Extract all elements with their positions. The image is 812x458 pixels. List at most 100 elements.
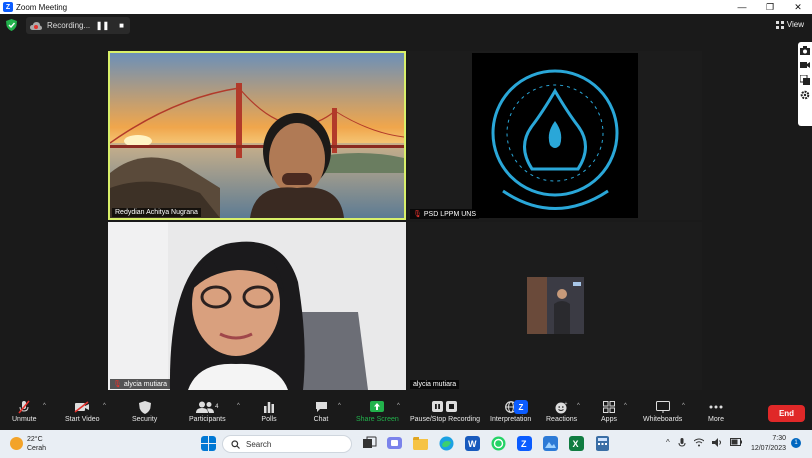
calculator-icon[interactable]: [595, 436, 610, 451]
photos-icon[interactable]: [543, 436, 558, 451]
recording-indicator: Recording... ❚❚ ■: [26, 17, 130, 34]
weather-temperature: 22°C: [27, 436, 43, 443]
pause-stop-recording-label: Pause/Stop Recording: [410, 416, 481, 423]
reactions-label: Reactions: [546, 416, 578, 423]
meeting-topbar: Recording... ❚❚ ■ View: [0, 14, 812, 36]
apps-button[interactable]: Apps: [601, 400, 617, 430]
participants-options-chevron-icon[interactable]: ^: [237, 403, 240, 409]
restore-button[interactable]: ❐: [756, 0, 784, 14]
excel-icon[interactable]: X: [569, 436, 584, 451]
pause-stop-recording-button[interactable]: Pause/Stop Recording: [410, 400, 480, 430]
participant-name-label: alycia mutiara: [410, 380, 460, 389]
video-tile-participant[interactable]: 🎙 alycia mutiara: [108, 222, 406, 390]
share-screen-label: Share Screen: [356, 416, 399, 423]
video-tile-avatar[interactable]: alycia mutiara: [408, 222, 702, 390]
teams-chat-icon[interactable]: [387, 436, 402, 451]
view-button[interactable]: View: [775, 20, 804, 29]
uns-emblem-image: [472, 53, 638, 218]
cloud-recording-icon: [30, 21, 42, 30]
share-screen-button[interactable]: Share Screen: [356, 400, 399, 430]
start-video-label: Start Video: [65, 416, 100, 423]
polls-chart-icon: [264, 402, 274, 413]
apps-label: Apps: [601, 416, 617, 423]
whatsapp-icon[interactable]: [491, 436, 506, 451]
word-icon[interactable]: W: [465, 436, 480, 451]
encryption-shield-icon[interactable]: [6, 19, 17, 31]
wifi-icon[interactable]: [693, 438, 704, 447]
chat-button[interactable]: Chat: [313, 400, 329, 430]
volume-icon[interactable]: [711, 438, 722, 447]
search-placeholder: Search: [246, 439, 272, 449]
video-tile-speaker[interactable]: Redydian Achitya Nugrana: [108, 51, 406, 220]
task-view-icon[interactable]: [362, 436, 377, 451]
grid-icon: [775, 20, 784, 29]
video-options-chevron-icon[interactable]: ^: [103, 403, 106, 409]
participant-name-label: 🎙 alycia mutiara: [110, 379, 171, 389]
whiteboard-icon: [655, 401, 670, 413]
participants-icon: [196, 401, 215, 413]
weather-description: Cerah: [27, 445, 47, 452]
window-titlebar: Z Zoom Meeting — ❐ ✕: [0, 0, 812, 14]
svg-text:W: W: [468, 439, 477, 449]
microphone-tray-icon[interactable]: [678, 438, 686, 448]
reactions-button[interactable]: + Reactions: [546, 400, 577, 430]
security-button[interactable]: Security: [132, 400, 157, 430]
file-explorer-icon[interactable]: [413, 436, 428, 451]
participant-avatar-image: [527, 277, 584, 334]
windows-taskbar: 22°C Cerah Search W Z X ^ 7:30 12/07/202…: [0, 430, 812, 458]
settings-gear-icon[interactable]: [800, 90, 810, 100]
zoom-taskbar-icon[interactable]: Z: [517, 436, 532, 451]
copy-icon[interactable]: [800, 75, 810, 85]
audio-options-chevron-icon[interactable]: ^: [43, 403, 46, 409]
unmute-button[interactable]: Unmute: [12, 400, 37, 430]
view-label: View: [786, 20, 804, 29]
chat-label: Chat: [313, 416, 329, 423]
zoom-apps-toolbar-button[interactable]: Z: [514, 400, 528, 430]
edge-browser-icon[interactable]: [439, 436, 454, 451]
meeting-controls-toolbar: Unmute ^ Start Video ^ Security 4 Partic…: [0, 394, 812, 430]
apps-options-chevron-icon[interactable]: ^: [624, 403, 627, 409]
participants-button[interactable]: 4 Participants: [189, 400, 226, 430]
video-off-icon: [74, 401, 90, 413]
stop-recording-button[interactable]: ■: [119, 21, 124, 30]
chat-options-chevron-icon[interactable]: ^: [338, 403, 341, 409]
search-icon: [231, 439, 240, 449]
whiteboards-label: Whiteboards: [643, 416, 683, 423]
battery-icon[interactable]: [729, 438, 742, 446]
apps-icon: [603, 401, 615, 413]
whiteboards-options-chevron-icon[interactable]: ^: [682, 403, 685, 409]
more-button[interactable]: More: [708, 400, 724, 430]
notification-badge[interactable]: 1: [791, 438, 801, 448]
show-hidden-icons-chevron-icon[interactable]: ^: [666, 438, 670, 448]
window-controls: — ❐ ✕: [728, 0, 812, 14]
window-title: Zoom Meeting: [16, 2, 68, 12]
unmute-label: Unmute: [12, 416, 37, 423]
camera-snapshot-icon[interactable]: [800, 45, 810, 55]
side-floating-toolbar: [798, 42, 812, 126]
taskbar-clock[interactable]: 7:30 12/07/2023: [748, 434, 786, 454]
video-tile-logo[interactable]: 🎙 PSD LPPM UNS: [408, 51, 702, 220]
clock-time: 7:30: [772, 435, 786, 442]
weather-widget[interactable]: 22°C Cerah: [10, 435, 46, 453]
polls-button[interactable]: Polls: [261, 400, 277, 430]
end-meeting-button[interactable]: End: [768, 405, 805, 422]
share-options-chevron-icon[interactable]: ^: [397, 403, 400, 409]
mic-muted-icon: 🎙: [413, 211, 422, 218]
participant-video-feed: [108, 222, 406, 390]
microphone-muted-icon: [18, 400, 30, 414]
security-label: Security: [132, 416, 158, 423]
start-video-button[interactable]: Start Video: [65, 400, 100, 430]
weather-sun-icon: [10, 437, 23, 450]
close-button[interactable]: ✕: [784, 0, 812, 14]
recording-label: Recording...: [47, 21, 91, 30]
pause-recording-button[interactable]: ❚❚: [96, 21, 109, 30]
clock-date: 12/07/2023: [750, 445, 786, 452]
taskbar-search-box[interactable]: Search: [222, 435, 352, 453]
video-camera-icon[interactable]: [800, 60, 810, 70]
whiteboards-button[interactable]: Whiteboards: [643, 400, 682, 430]
more-label: More: [708, 416, 724, 423]
svg-text:Z: Z: [521, 439, 527, 449]
windows-start-icon[interactable]: [201, 436, 216, 451]
reactions-options-chevron-icon[interactable]: ^: [577, 403, 580, 409]
minimize-button[interactable]: —: [728, 0, 756, 14]
